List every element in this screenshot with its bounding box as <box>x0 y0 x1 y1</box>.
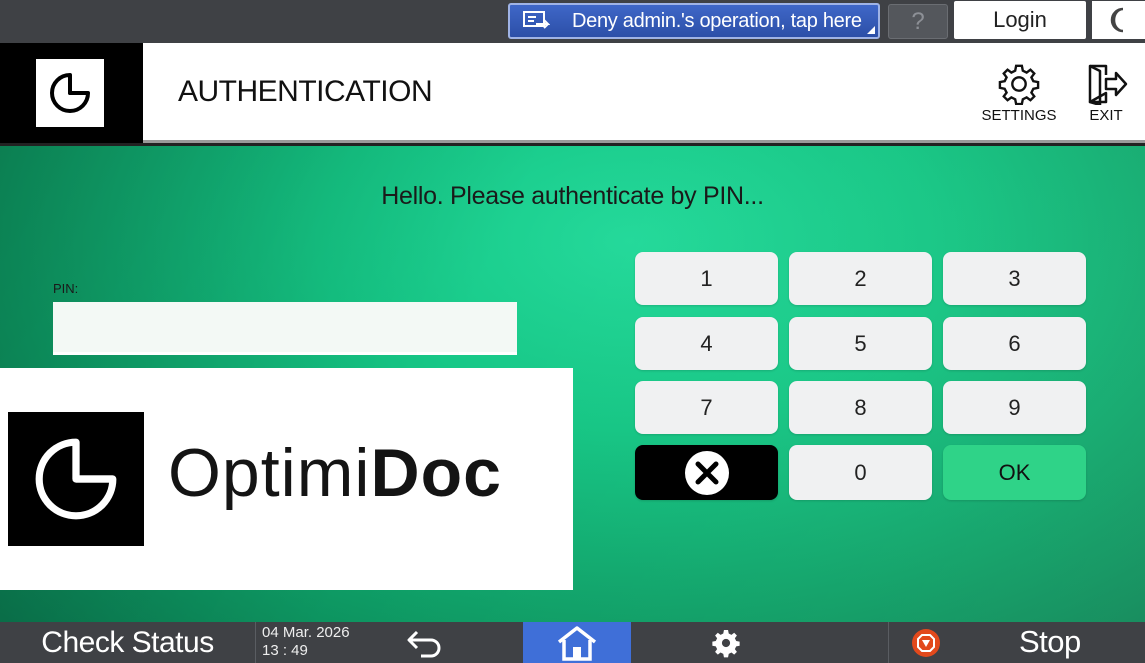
settings-button[interactable]: SETTINGS <box>981 63 1057 124</box>
brand-name-bold: Doc <box>370 435 502 511</box>
system-settings-button[interactable] <box>700 622 752 663</box>
home-icon <box>557 625 597 661</box>
stop-button[interactable]: Stop <box>888 622 1145 663</box>
top-status-bar: Deny admin.'s operation, tap here ? Logi… <box>0 0 1145 43</box>
key-0[interactable]: 0 <box>789 445 932 500</box>
login-label: Login <box>993 7 1047 32</box>
login-button[interactable]: Login <box>954 1 1086 39</box>
check-status-button[interactable]: Check Status <box>0 622 256 663</box>
clear-button[interactable] <box>635 445 778 500</box>
back-button[interactable] <box>400 622 450 663</box>
app-logo <box>0 43 143 143</box>
pin-keypad: 1 2 3 4 5 6 7 8 9 0 OK <box>635 252 1088 502</box>
help-button[interactable]: ? <box>888 4 948 39</box>
date-text: 04 Mar. 2026 <box>262 624 350 641</box>
brand-card: OptimiDoc <box>0 368 573 590</box>
authentication-panel: Hello. Please authenticate by PIN... PIN… <box>0 146 1145 622</box>
bottom-system-bar: Check Status 04 Mar. 2026 13 : 49 Stop <box>0 622 1145 663</box>
moon-icon <box>1110 7 1123 33</box>
exit-button[interactable]: EXIT <box>1082 63 1130 124</box>
app-header: AUTHENTICATION SETTINGS EXIT <box>0 43 1145 143</box>
greeting-message: Hello. Please authenticate by PIN... <box>381 182 764 210</box>
date-time-display: 04 Mar. 2026 13 : 49 <box>262 624 350 660</box>
key-6[interactable]: 6 <box>943 317 1086 370</box>
help-label: ? <box>911 7 925 35</box>
pin-label: PIN: <box>53 281 79 296</box>
back-arrow-icon <box>407 630 441 657</box>
time-text: 13 : 49 <box>262 642 308 659</box>
gear-icon <box>998 64 1040 105</box>
key-3[interactable]: 3 <box>943 252 1086 305</box>
stop-icon <box>912 629 940 657</box>
home-button[interactable] <box>523 622 631 663</box>
stop-label: Stop <box>1019 624 1081 659</box>
pin-input[interactable] <box>53 302 517 355</box>
corner-triangle-icon <box>867 26 875 34</box>
key-8[interactable]: 8 <box>789 381 932 434</box>
remote-panel-icon <box>523 11 550 29</box>
gear-icon <box>712 629 740 657</box>
optimidoc-brand-icon <box>8 412 144 546</box>
brand-wordmark: OptimiDoc <box>168 434 502 512</box>
key-7[interactable]: 7 <box>635 381 778 434</box>
dark-mode-button[interactable] <box>1092 1 1145 39</box>
key-9[interactable]: 9 <box>943 381 1086 434</box>
ok-button[interactable]: OK <box>943 445 1086 500</box>
exit-door-icon <box>1088 64 1128 105</box>
deny-admin-operation-button[interactable]: Deny admin.'s operation, tap here <box>508 3 880 39</box>
key-1[interactable]: 1 <box>635 252 778 305</box>
check-status-label: Check Status <box>41 625 214 659</box>
optimidoc-logo-icon <box>36 59 104 127</box>
key-2[interactable]: 2 <box>789 252 932 305</box>
clear-x-icon <box>684 450 729 495</box>
notice-text: Deny admin.'s operation, tap here <box>572 9 862 32</box>
key-4[interactable]: 4 <box>635 317 778 370</box>
exit-label: EXIT <box>1089 107 1123 124</box>
brand-name-light: Optimi <box>168 435 371 511</box>
settings-label: SETTINGS <box>981 107 1057 124</box>
page-title: AUTHENTICATION <box>178 75 433 108</box>
key-5[interactable]: 5 <box>789 317 932 370</box>
